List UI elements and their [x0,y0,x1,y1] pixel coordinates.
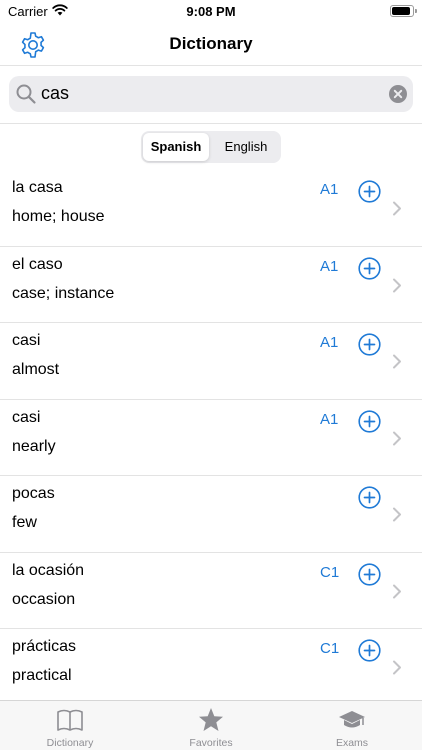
tab-dictionary[interactable]: Dictionary [0,701,140,750]
page-title: Dictionary [169,34,253,53]
chevron-right-icon [393,507,401,522]
level-badge: A1 [320,257,339,275]
clear-icon[interactable] [389,85,407,103]
entry-word: la casa [12,179,63,196]
list-item[interactable]: la ocasión occasion C1 [0,553,422,629]
status-time: 9:08 PM [186,4,236,19]
list-item[interactable]: casi almost A1 [0,323,422,400]
level-badge: A1 [320,181,339,198]
level-badge: A1 [320,334,339,351]
entry-translation: almost [12,361,60,378]
entry-translation: case; instance [12,284,115,302]
segment-spanish[interactable]: Spanish [143,133,209,161]
entry-translation: occasion [12,590,76,608]
entry-word: prácticas [12,638,77,655]
tab-label: Dictionary [46,737,94,749]
tab-label: Exams [335,737,369,749]
tab-exams[interactable]: Exams [282,701,422,750]
add-icon[interactable] [358,409,381,433]
entry-translation: practical [12,667,72,684]
list-item[interactable]: la casa home; house A1 [0,170,422,247]
star-icon [199,708,223,731]
search-query[interactable]: cas [41,83,69,104]
entry-word: pocas [12,485,55,502]
entry-translation: nearly [12,437,56,455]
level-badge: C1 [320,640,340,657]
level-badge: A1 [320,410,339,428]
list-item[interactable]: prácticas practical C1 [0,629,422,706]
tab-favorites[interactable]: Favorites [141,701,281,750]
add-icon[interactable] [358,180,381,203]
navigation-bar: Dictionary [0,24,422,66]
search-icon [16,84,36,104]
entry-word: casi [12,408,41,426]
list-item[interactable]: casi nearly A1 [0,400,422,476]
level-badge: C1 [320,563,340,581]
search-input[interactable]: cas [9,76,413,112]
chevron-right-icon [393,354,401,369]
chevron-right-icon [393,201,401,216]
chevron-right-icon [393,278,401,292]
search-area: cas [0,66,422,124]
add-icon[interactable] [358,333,381,356]
battery-icon [390,5,417,17]
language-toggle: Spanish English [141,131,281,163]
results-list: la casa home; house A1 el caso case; ins… [0,170,422,706]
add-icon[interactable] [358,486,381,509]
entry-word: el caso [12,255,63,273]
graduation-cap-icon [339,711,365,728]
status-bar: Carrier 9:08 PM [0,0,422,24]
list-item[interactable]: pocas few [0,476,422,553]
entry-translation: few [12,514,37,531]
chevron-right-icon [393,660,401,675]
add-icon[interactable] [358,562,381,586]
list-item[interactable]: el caso case; instance A1 [0,247,422,323]
add-icon[interactable] [358,256,381,280]
chevron-right-icon [393,431,401,445]
segment-english[interactable]: English [213,133,279,161]
tab-label: Favorites [189,737,233,749]
add-icon[interactable] [358,639,381,662]
chevron-right-icon [393,584,401,598]
entry-word: casi [12,332,41,349]
entry-word: la ocasión [12,561,85,579]
tab-bar: Dictionary Favorites Exams [0,700,422,750]
book-icon [57,709,83,731]
entry-translation: home; house [12,208,105,225]
